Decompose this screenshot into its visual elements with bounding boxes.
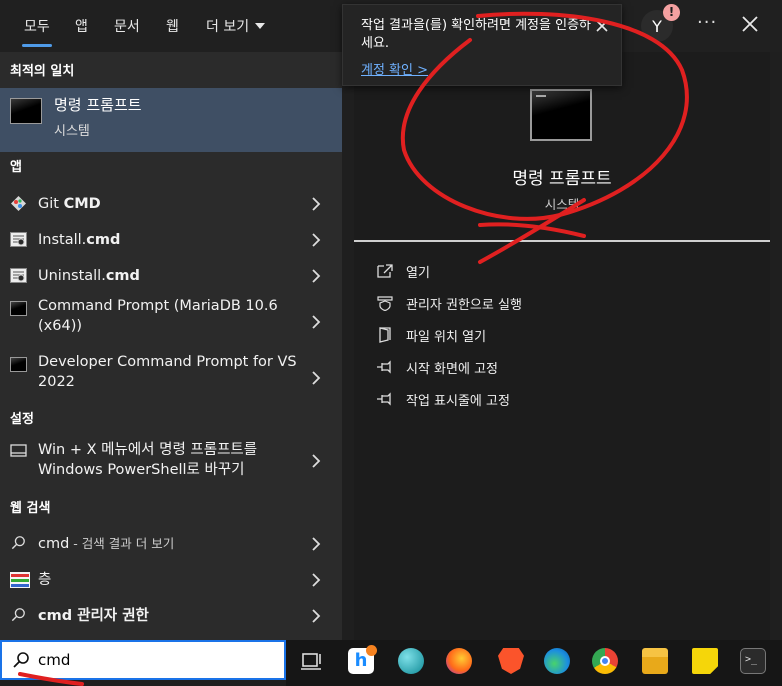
task-view-icon[interactable] [298,648,324,674]
tab-apps[interactable]: 앱 [75,16,88,36]
action-pin-taskbar[interactable]: 작업 표시줄에 고정 [376,388,736,410]
web-item-cmd[interactable]: cmd - 검색 결과 더 보기 [0,526,342,562]
tab-more[interactable]: 더 보기 [206,16,266,36]
app-item-label: Git CMD [38,196,101,212]
more-options-button[interactable]: ··· [697,12,717,33]
hancom-icon[interactable]: h [348,645,377,674]
tab-web[interactable]: 웹 [166,16,179,36]
chevron-right-icon[interactable] [311,537,321,551]
section-settings: 설정 [10,412,34,427]
tab-more-label: 더 보기 [206,19,250,35]
brave-icon[interactable] [498,648,524,674]
app-item-dev-prompt[interactable]: Developer Command Prompt for VS 2022 [0,350,342,406]
settings-item-label: Win + X 메뉴에서 명령 프롬프트를 Windows PowerShell… [38,442,258,478]
taskbar: h >_ [286,640,782,686]
detail-panel: 명령 프롬프트 시스템 열기 관리자 권한으로 실행 파일 위치 열기 시작 화… [354,52,770,640]
app-item-label: Command Prompt (MariaDB 10.6 (x64)) [38,298,278,334]
file-location-icon [379,327,391,343]
section-web-search: 웹 검색 [10,501,51,516]
chevron-right-icon[interactable] [311,269,321,283]
chevron-right-icon[interactable] [311,371,321,385]
shield-icon [377,296,393,311]
tab-documents[interactable]: 문서 [114,16,140,36]
building-thumbnail-icon [10,572,30,588]
whale-browser-icon[interactable] [398,648,424,674]
action-label: 시작 화면에 고정 [406,362,498,377]
app-item-install-cmd[interactable]: Install.cmd [0,222,342,258]
web-item-label: cmd 관리자 권한 [38,608,149,624]
best-match-title: 명령 프롬프트 [54,96,142,114]
app-item-label: Uninstall.cmd [38,268,140,284]
action-label: 파일 위치 열기 [406,330,487,345]
edge-icon[interactable] [544,648,570,674]
chevron-right-icon[interactable] [311,197,321,211]
firefox-icon[interactable] [446,648,472,674]
detail-subtitle: 시스템 [544,197,580,212]
chevron-right-icon[interactable] [311,609,321,623]
action-label: 열기 [406,266,430,281]
pin-icon [377,360,391,374]
verify-account-link[interactable]: 계정 확인 > [361,59,428,78]
pin-icon [377,392,391,406]
divider [354,240,770,242]
alert-badge: ! [663,4,680,21]
search-icon [11,608,25,622]
command-prompt-icon [10,98,42,124]
web-item-cmd-admin[interactable]: cmd 관리자 권한 [0,598,342,634]
command-prompt-icon [530,89,592,141]
cmd-script-icon [10,232,27,247]
search-input[interactable] [38,650,268,670]
search-box [0,640,286,680]
file-explorer-icon[interactable] [642,648,668,674]
toast-message: 작업 결과을(를) 확인하려면 계정을 인증하세요. [361,18,591,51]
web-item-floor[interactable]: 층 [0,562,342,598]
terminal-icon[interactable]: >_ [740,648,766,674]
section-best-match: 최적의 일치 [10,64,75,79]
detail-title: 명령 프롬프트 [512,169,612,189]
action-open[interactable]: 열기 [376,260,736,282]
action-label: 작업 표시줄에 고정 [406,394,510,409]
chevron-down-icon [255,23,266,29]
app-item-mariadb-prompt[interactable]: Command Prompt (MariaDB 10.6 (x64)) [0,294,342,350]
action-open-file-location[interactable]: 파일 위치 열기 [376,324,736,346]
close-icon[interactable] [595,19,609,33]
console-icon [10,301,27,316]
app-item-label: Install.cmd [38,232,121,248]
section-apps: 앱 [10,160,22,175]
web-item-label: cmd - 검색 결과 더 보기 [38,536,175,552]
account-verification-toast: 작업 결과을(를) 확인하려면 계정을 인증하세요. 계정 확인 > [342,4,622,86]
chevron-right-icon[interactable] [311,573,321,587]
action-label: 관리자 권한으로 실행 [406,298,522,313]
search-icon [11,536,25,550]
best-match-subtitle: 시스템 [54,124,90,139]
results-panel: 최적의 일치 명령 프롬프트 시스템 앱 Git CMD Install.cmd… [0,52,342,640]
cmd-script-icon [10,268,27,283]
chevron-right-icon[interactable] [311,233,321,247]
action-pin-start[interactable]: 시작 화면에 고정 [376,356,736,378]
action-run-as-admin[interactable]: 관리자 권한으로 실행 [376,292,736,314]
console-icon [10,357,27,372]
git-icon [11,196,26,211]
chrome-icon[interactable] [592,648,618,674]
open-external-icon [377,264,393,278]
app-item-git-cmd[interactable]: Git CMD [0,186,342,222]
close-icon[interactable] [738,12,762,36]
tab-all[interactable]: 모두 [22,16,52,47]
sticky-notes-icon[interactable] [692,648,718,674]
app-item-uninstall-cmd[interactable]: Uninstall.cmd [0,258,342,294]
search-icon [13,652,29,668]
web-item-label: 층 [38,572,52,588]
app-item-label: Developer Command Prompt for VS 2022 [38,354,297,390]
settings-window-icon [10,444,27,457]
chevron-right-icon[interactable] [311,315,321,329]
settings-item-winx[interactable]: Win + X 메뉴에서 명령 프롬프트를 Windows PowerShell… [0,438,342,488]
best-match-item[interactable]: 명령 프롬프트 시스템 [0,88,342,152]
chevron-right-icon[interactable] [311,454,321,468]
